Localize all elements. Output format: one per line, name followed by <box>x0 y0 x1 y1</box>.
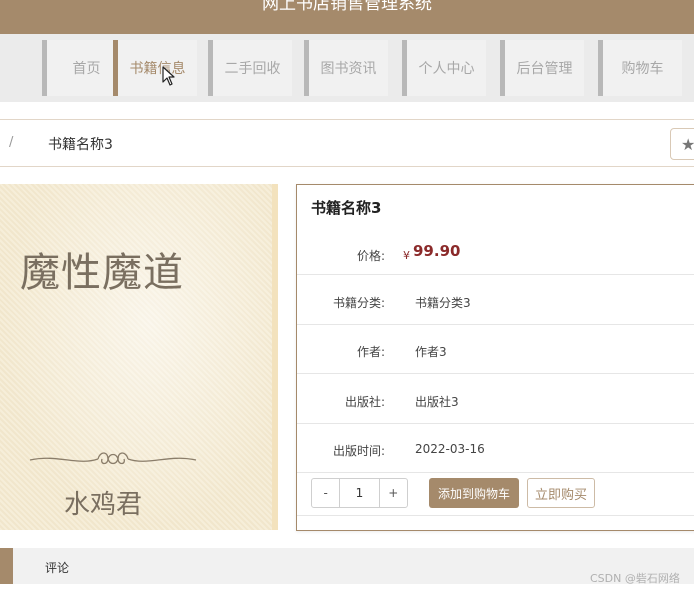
main-nav: 首页 书籍信息 二手回收 图书资讯 个人中心 后台管理 购物车 <box>0 34 694 102</box>
increment-button[interactable]: + <box>380 479 407 507</box>
quantity-stepper: - 1 + <box>311 478 408 508</box>
purchase-actions: - 1 + 添加到购物车 立即购买 <box>297 473 694 516</box>
field-row-publisher: 出版社: 出版社3 <box>297 374 694 424</box>
currency-symbol: ¥ <box>403 249 410 262</box>
field-label: 出版社: <box>344 395 385 409</box>
mouse-cursor-icon <box>162 66 175 86</box>
ornament-icon <box>29 452 197 465</box>
field-row-category: 书籍分类: 书籍分类3 <box>297 275 694 325</box>
star-icon: ★ <box>681 134 694 154</box>
app-header: 网上书店销售管理系统 <box>0 0 694 34</box>
nav-item-cart[interactable]: 购物车 <box>598 40 682 96</box>
price-row: 价格: ¥ 99.90 <box>297 225 694 275</box>
field-label: 书籍分类: <box>332 296 385 310</box>
favorite-button[interactable]: ★ <box>670 128 694 160</box>
field-label: 出版时间: <box>332 444 385 458</box>
breadcrumb-current: 书籍名称3 <box>48 137 113 153</box>
field-value: 书籍分类3 <box>415 296 471 310</box>
price-value: 99.90 <box>413 242 461 260</box>
buy-now-button[interactable]: 立即购买 <box>527 478 595 508</box>
field-value: 2022-03-16 <box>415 442 485 456</box>
app-title: 网上书店销售管理系统 <box>262 0 432 14</box>
field-label: 作者: <box>356 345 385 359</box>
nav-item-book-news[interactable]: 图书资讯 <box>304 40 388 96</box>
field-value: 作者3 <box>415 345 447 359</box>
nav-item-admin[interactable]: 后台管理 <box>500 40 584 96</box>
cover-author-text: 水鸡君 <box>64 490 143 520</box>
nav-item-book-info[interactable]: 书籍信息 <box>113 40 197 96</box>
book-cover-image: 魔性魔道 水鸡君 <box>0 184 278 530</box>
breadcrumb-separator: / <box>9 135 14 150</box>
add-to-cart-button[interactable]: 添加到购物车 <box>429 478 519 508</box>
watermark: CSDN @砦石网络 <box>590 572 680 585</box>
cover-title-text: 魔性魔道 <box>20 250 184 296</box>
book-name: 书籍名称3 <box>311 199 382 217</box>
quantity-input[interactable]: 1 <box>339 479 380 507</box>
field-row-author: 作者: 作者3 <box>297 324 694 374</box>
nav-item-second-hand[interactable]: 二手回收 <box>208 40 292 96</box>
book-detail-panel: 书籍名称3 价格: ¥ 99.90 书籍分类: 书籍分类3 作者: 作者3 出版… <box>296 184 694 531</box>
tab-comments[interactable]: 评论 <box>45 559 69 576</box>
field-row-publish-date: 出版时间: 2022-03-16 <box>297 423 694 473</box>
price-label: 价格: <box>356 249 385 263</box>
tab-accent-bar <box>0 548 13 584</box>
nav-item-personal-center[interactable]: 个人中心 <box>402 40 486 96</box>
breadcrumb: / 书籍名称3 <box>0 119 694 167</box>
field-value: 出版社3 <box>415 395 459 409</box>
decrement-button[interactable]: - <box>312 479 339 507</box>
